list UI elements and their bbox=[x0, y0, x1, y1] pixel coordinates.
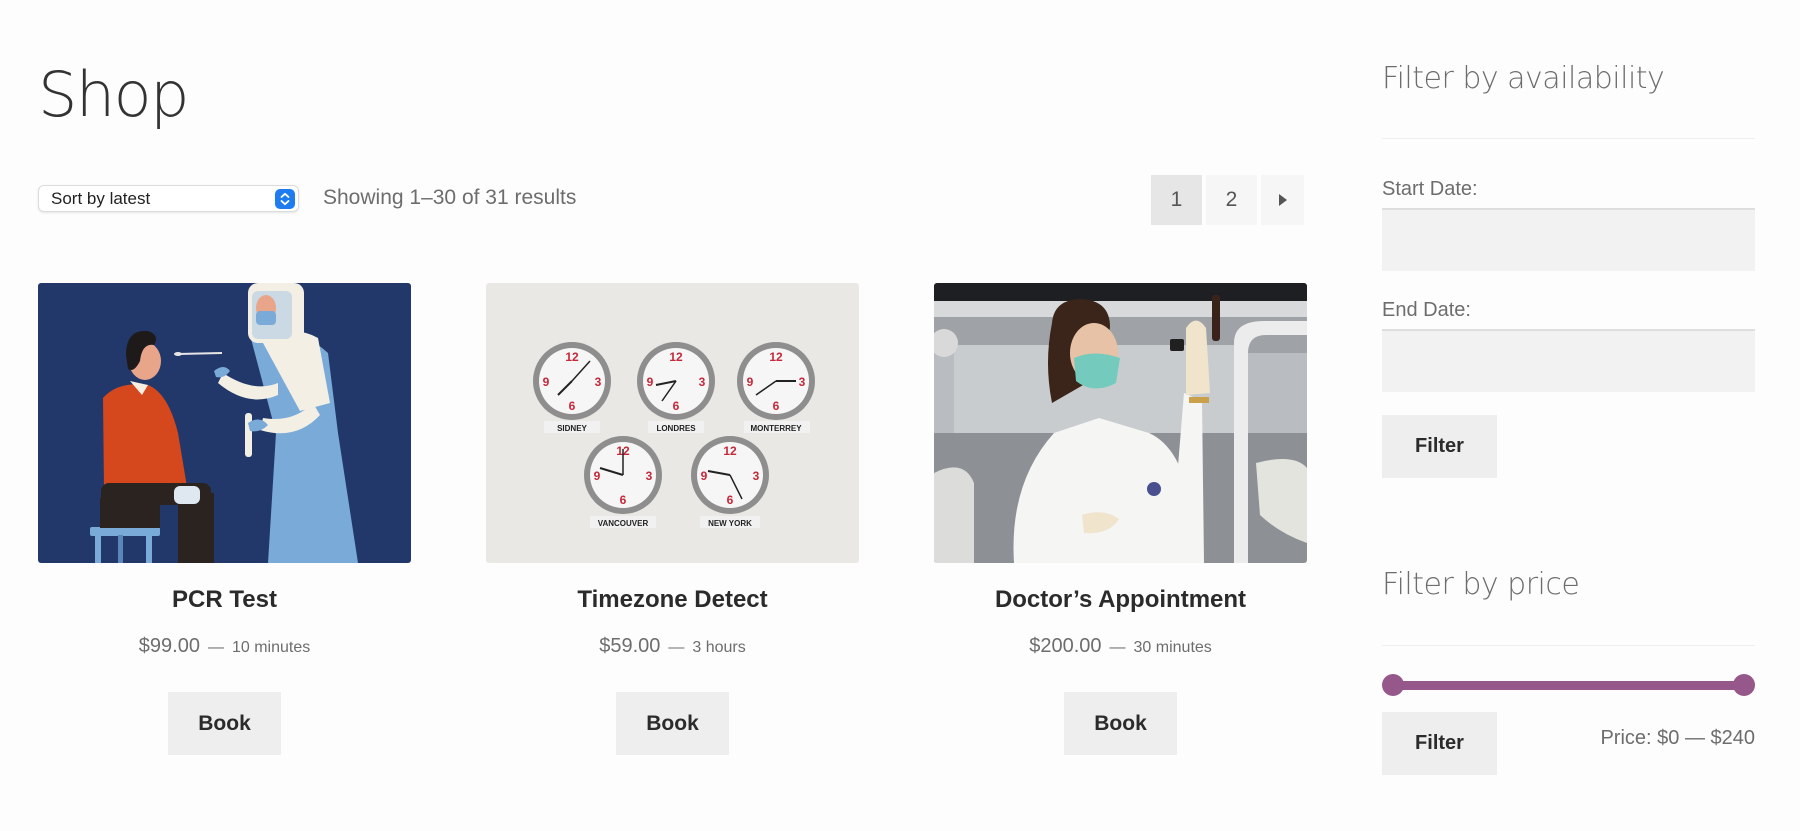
svg-text:9: 9 bbox=[543, 375, 550, 389]
svg-text:3: 3 bbox=[699, 375, 706, 389]
svg-text:6: 6 bbox=[727, 493, 734, 507]
svg-text:6: 6 bbox=[569, 399, 576, 413]
clock-label: SIDNEY bbox=[557, 424, 587, 433]
end-date-label: End Date: bbox=[1382, 299, 1471, 321]
svg-text:6: 6 bbox=[773, 399, 780, 413]
book-button[interactable]: Book bbox=[1064, 692, 1177, 755]
next-page-button[interactable] bbox=[1261, 175, 1304, 225]
book-button[interactable]: Book bbox=[616, 692, 729, 755]
product-price-line: $200.00 — 30 minutes bbox=[934, 635, 1307, 658]
product-image-doctors-appointment[interactable] bbox=[934, 283, 1307, 563]
price-range-slider[interactable] bbox=[1382, 674, 1755, 696]
page-title: Shop bbox=[38, 58, 189, 131]
availability-filter-button[interactable]: Filter bbox=[1382, 415, 1497, 478]
result-count: Showing 1–30 of 31 results bbox=[323, 186, 577, 209]
svg-text:9: 9 bbox=[747, 375, 754, 389]
price-divider bbox=[1382, 645, 1755, 646]
book-button[interactable]: Book bbox=[168, 692, 281, 755]
svg-text:12: 12 bbox=[565, 350, 579, 364]
price-range-track bbox=[1393, 681, 1744, 690]
svg-text:12: 12 bbox=[769, 350, 783, 364]
page-1-current[interactable]: 1 bbox=[1151, 175, 1202, 225]
clock-label: MONTERREY bbox=[750, 424, 802, 433]
select-stepper-icon bbox=[275, 189, 295, 209]
svg-text:6: 6 bbox=[620, 493, 627, 507]
product-card: PCR Test $99.00 — 10 minutes Book bbox=[38, 283, 411, 755]
start-date-label: Start Date: bbox=[1382, 178, 1478, 200]
product-price-line: $99.00 — 10 minutes bbox=[38, 635, 411, 658]
svg-text:12: 12 bbox=[669, 350, 683, 364]
svg-text:3: 3 bbox=[799, 375, 806, 389]
sort-select[interactable]: Sort by latest bbox=[38, 185, 299, 212]
clock-label: VANCOUVER bbox=[598, 519, 649, 528]
price-separator: — bbox=[1109, 639, 1126, 656]
price-range-label: Price: $0 — $240 bbox=[1600, 727, 1755, 749]
product-price-line: $59.00 — 3 hours bbox=[486, 635, 859, 658]
price-max-handle[interactable] bbox=[1733, 674, 1755, 696]
svg-text:9: 9 bbox=[701, 469, 708, 483]
svg-text:9: 9 bbox=[594, 469, 601, 483]
svg-text:12: 12 bbox=[723, 444, 737, 458]
sort-select-value: Sort by latest bbox=[51, 188, 151, 208]
svg-text:3: 3 bbox=[595, 375, 602, 389]
page-2-link[interactable]: 2 bbox=[1206, 175, 1257, 225]
end-date-input[interactable] bbox=[1382, 329, 1755, 392]
svg-text:3: 3 bbox=[646, 469, 653, 483]
product-image-timezone-detect[interactable]: 12 6 9 3 SIDNEY 12 6 9 3 LONDRES 12 6 9 … bbox=[486, 283, 859, 563]
svg-text:3: 3 bbox=[753, 469, 760, 483]
product-card: 12 6 9 3 SIDNEY 12 6 9 3 LONDRES 12 6 9 … bbox=[486, 283, 859, 755]
svg-text:9: 9 bbox=[647, 375, 654, 389]
product-duration: 30 minutes bbox=[1133, 639, 1212, 656]
product-title[interactable]: Timezone Detect bbox=[486, 586, 859, 614]
availability-divider bbox=[1382, 138, 1755, 139]
product-image-pcr-test[interactable] bbox=[38, 283, 411, 563]
product-card: Doctor’s Appointment $200.00—30 minutes … bbox=[934, 283, 1307, 755]
svg-text:6: 6 bbox=[673, 399, 680, 413]
price-filter-button[interactable]: Filter bbox=[1382, 712, 1497, 775]
product-duration: 3 hours bbox=[692, 639, 746, 656]
price-separator: — bbox=[668, 639, 685, 656]
start-date-input[interactable] bbox=[1382, 208, 1755, 271]
product-title[interactable]: Doctor’s Appointment bbox=[934, 586, 1307, 614]
triangle-right-icon bbox=[1278, 194, 1287, 206]
product-price: $99.00 bbox=[138, 635, 200, 657]
product-duration: 10 minutes bbox=[231, 639, 311, 656]
clock-label: NEW YORK bbox=[708, 519, 752, 528]
availability-filter-title: Filter by availability bbox=[1382, 61, 1665, 96]
clock-label: LONDRES bbox=[656, 424, 696, 433]
price-min-handle[interactable] bbox=[1382, 674, 1404, 696]
product-price: $200.00 bbox=[1029, 635, 1102, 657]
price-filter-title: Filter by price bbox=[1382, 567, 1580, 602]
pagination: 1 2 bbox=[1151, 175, 1304, 225]
product-title[interactable]: PCR Test bbox=[38, 586, 411, 614]
price-separator: — bbox=[207, 639, 224, 656]
product-price: $59.00 bbox=[599, 635, 661, 657]
